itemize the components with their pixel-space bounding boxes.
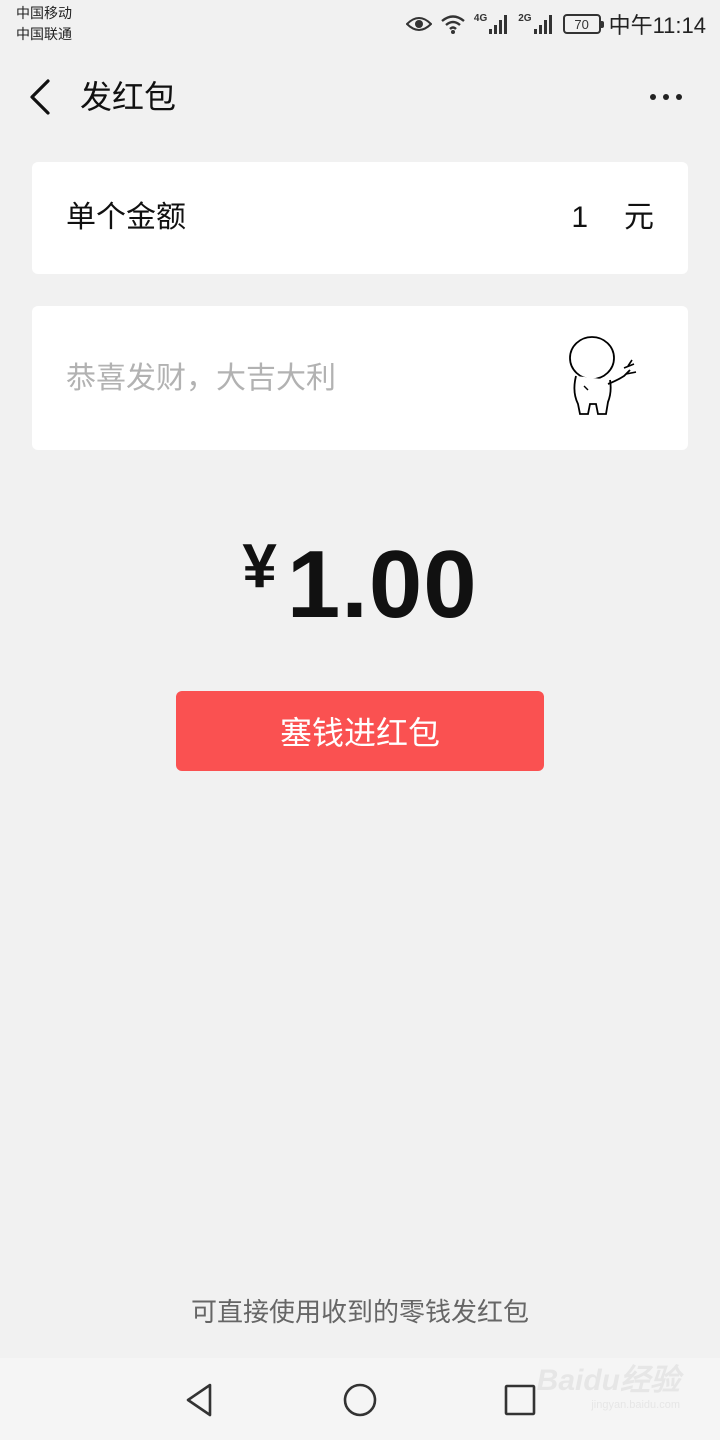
chevron-left-icon bbox=[30, 79, 50, 115]
more-dot-icon bbox=[663, 94, 669, 100]
nav-bar: 发红包 bbox=[0, 58, 720, 138]
amount-unit: 元 bbox=[624, 200, 654, 235]
network-4g-label: 4G bbox=[473, 13, 488, 24]
submit-button[interactable]: 塞钱进红包 bbox=[176, 691, 544, 771]
triangle-back-icon bbox=[186, 1383, 212, 1417]
status-indicators: 4G 2G 70 中午11:14 bbox=[405, 8, 706, 40]
more-dot-icon bbox=[650, 94, 656, 100]
amount-card[interactable]: 单个金额 1 元 bbox=[32, 162, 688, 274]
back-button[interactable] bbox=[18, 72, 62, 122]
carrier-2: 中国联通 bbox=[16, 27, 72, 43]
carrier-1: 中国移动 bbox=[16, 6, 72, 22]
carrier-info: 中国移动 中国联通 bbox=[16, 4, 72, 46]
system-back-button[interactable] bbox=[180, 1380, 220, 1420]
battery-icon: 70 bbox=[562, 14, 604, 34]
footer-note: 可直接使用收到的零钱发红包 bbox=[190, 1298, 529, 1328]
system-home-button[interactable] bbox=[340, 1380, 380, 1420]
sticker-character-icon bbox=[569, 336, 637, 415]
wifi-icon bbox=[440, 13, 466, 35]
more-button[interactable] bbox=[638, 76, 694, 118]
total-value: 1.00 bbox=[286, 531, 478, 638]
page-title: 发红包 bbox=[80, 78, 177, 116]
more-dot-icon bbox=[676, 94, 682, 100]
currency-symbol: ¥ bbox=[242, 532, 277, 601]
eye-comfort-icon bbox=[405, 14, 432, 34]
watermark-logo: Baidu经验 jingyan.baidu.com bbox=[537, 1364, 680, 1412]
amount-value[interactable]: 1 bbox=[571, 198, 588, 238]
clock: 中午11:14 bbox=[608, 13, 706, 38]
network-2g-label: 2G bbox=[518, 13, 532, 24]
circle-home-icon bbox=[343, 1383, 377, 1417]
watermark-sub: jingyan.baidu.com bbox=[591, 1399, 680, 1411]
system-nav-bar: Baidu经验 jingyan.baidu.com bbox=[0, 1358, 720, 1440]
signal-2g-icon: 2G bbox=[518, 13, 554, 35]
status-bar: 中国移动 中国联通 4G 2G 70 中午11:14 bbox=[0, 0, 720, 50]
watermark-main: Baidu经验 bbox=[536, 1364, 680, 1397]
battery-level: 70 bbox=[574, 16, 589, 32]
greeting-input[interactable] bbox=[66, 356, 546, 400]
total-amount: ¥1.00 bbox=[0, 530, 720, 640]
square-recent-icon bbox=[504, 1384, 536, 1416]
amount-label: 单个金额 bbox=[66, 200, 186, 235]
system-recent-button[interactable] bbox=[500, 1380, 540, 1420]
greeting-card bbox=[32, 306, 688, 450]
signal-4g-icon: 4G bbox=[474, 13, 510, 35]
sticker-button[interactable] bbox=[566, 334, 644, 416]
